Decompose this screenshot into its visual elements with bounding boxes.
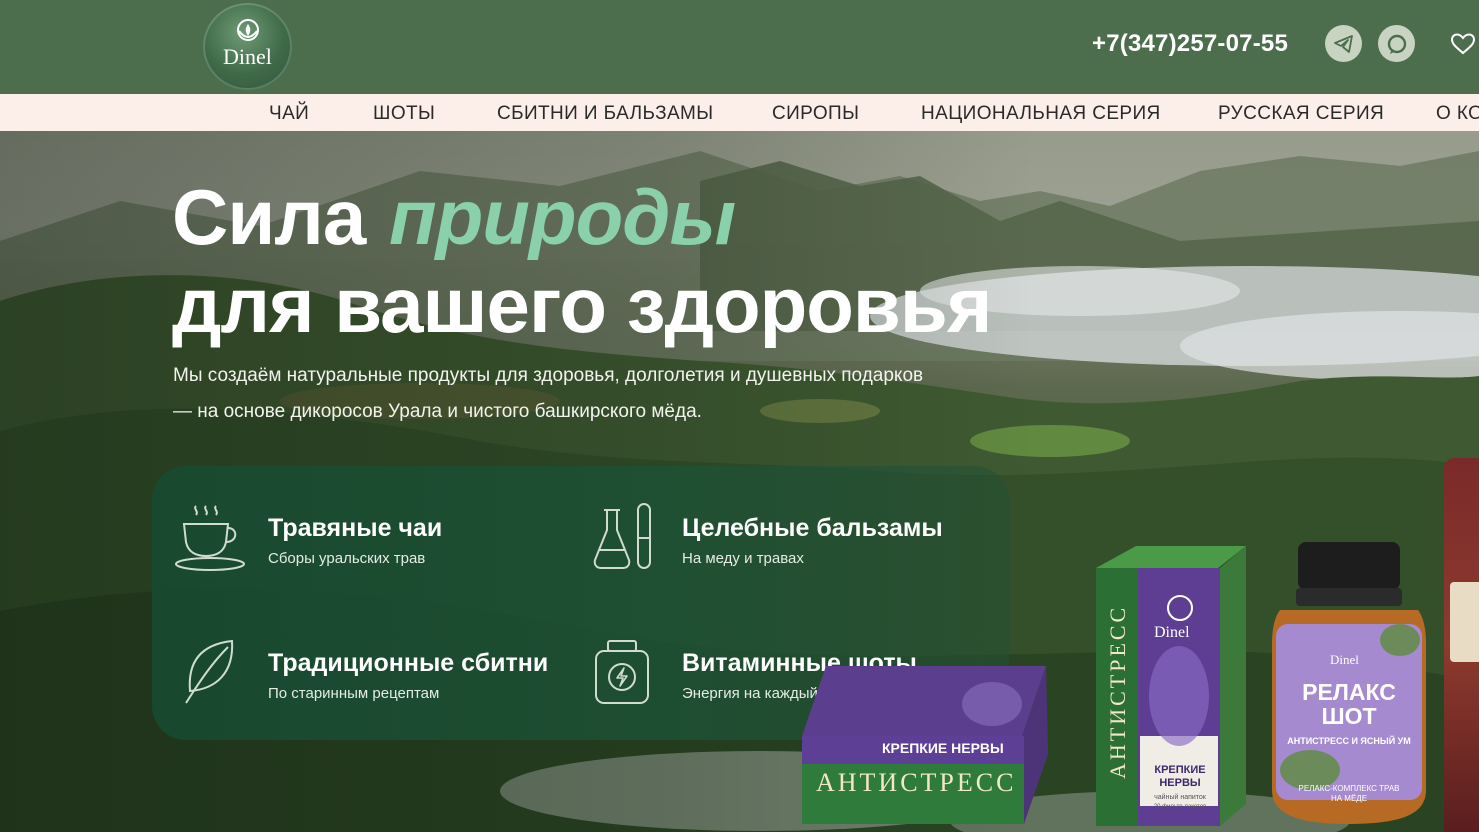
- product-box-title: АНТИСТРЕСС: [816, 768, 1017, 797]
- product-box-antistress-tall[interactable]: АНТИСТРЕСС Dinel КРЕПКИЕ НЕРВЫ чайный на…: [1096, 546, 1246, 826]
- category-subtitle: На меду и травах: [682, 550, 804, 567]
- product-box-antistress-flat[interactable]: КРЕПКИЕ НЕРВЫ АНТИСТРЕСС: [802, 664, 1050, 824]
- product-box-subtitle: КРЕПКИЕ НЕРВЫ: [882, 740, 1004, 756]
- nav-item-russian-series[interactable]: РУССКАЯ СЕРИЯ: [1218, 103, 1384, 125]
- hero-title-line2: для вашего здоровья: [172, 261, 992, 349]
- category-subtitle: Сборы уральских трав: [268, 550, 426, 567]
- product-edge-partial[interactable]: [1444, 458, 1479, 832]
- hero-title-accent: природы: [389, 173, 736, 261]
- phone-link[interactable]: +7(347)257-07-55: [1092, 30, 1288, 58]
- category-title: Традиционные сбитни: [268, 649, 549, 677]
- nav-item-tea[interactable]: ЧАЙ: [269, 103, 309, 125]
- flask-icon: [593, 503, 651, 569]
- logo-emblem-icon: [236, 19, 259, 41]
- product-jar-bottom-label: РЕЛАКС-КОМПЛЕКС ТРАВ НА МЁДЕ: [1298, 784, 1400, 803]
- logo[interactable]: Dinel: [203, 3, 292, 90]
- chat-icon: [1387, 34, 1406, 54]
- hero-lead: Мы создаём натуральные продукты для здор…: [173, 365, 924, 422]
- category-herbal-tea[interactable]: Травяные чаи Сборы уральских трав: [152, 466, 572, 603]
- product-box-brand: Dinel: [1154, 624, 1190, 641]
- category-title: Травяные чаи: [268, 514, 443, 542]
- logo-text: Dinel: [223, 44, 272, 69]
- nav-item-syrups[interactable]: СИРОПЫ: [772, 103, 859, 125]
- favorites-heart-icon[interactable]: [1450, 31, 1476, 57]
- product-edge-label: [1450, 582, 1479, 662]
- telegram-icon: [1333, 34, 1353, 53]
- category-balms[interactable]: Целебные бальзамы На меду и травах: [572, 466, 1009, 603]
- product-jar-relax-shot[interactable]: Dinel РЕЛАКС ШОТ АНТИСТРЕСС И ЯСНЫЙ УМ Р…: [1270, 540, 1428, 826]
- nav-item-about[interactable]: О КО: [1436, 103, 1479, 125]
- product-box-title: АНТИСТРЕСС: [1105, 604, 1130, 779]
- nav-item-national-series[interactable]: НАЦИОНАЛЬНАЯ СЕРИЯ: [921, 103, 1161, 125]
- category-sbitni[interactable]: Традиционные сбитни По старинным рецепта…: [152, 603, 572, 740]
- product-box-count: 20 фильтр-пакетов: [1153, 804, 1207, 810]
- leaf-icon: [185, 639, 234, 704]
- nav-item-sbitni[interactable]: СБИТНИ И БАЛЬЗАМЫ: [497, 103, 714, 125]
- page: Dinel +7(347)257-07-55 ЧАЙ ШОТЫ СБИТНИ И…: [0, 0, 1479, 832]
- header: Dinel +7(347)257-07-55: [0, 0, 1479, 94]
- nav-item-shots[interactable]: ШОТЫ: [373, 103, 435, 125]
- product-box-subtitle: КРЕПКИЕ НЕРВЫ: [1154, 764, 1206, 789]
- telegram-button[interactable]: [1325, 25, 1362, 62]
- chat-button[interactable]: [1378, 25, 1415, 62]
- hero-title-part1: Сила: [172, 173, 366, 261]
- tea-cup-icon: [175, 505, 245, 571]
- energy-jar-icon: [595, 640, 649, 704]
- category-title: Целебные бальзамы: [682, 514, 943, 542]
- product-jar-subtitle: АНТИСТРЕСС И ЯСНЫЙ УМ: [1287, 736, 1411, 746]
- category-subtitle: По старинным рецептам: [268, 685, 440, 702]
- product-box-kind: чайный напиток: [1154, 794, 1206, 801]
- product-jar-title: РЕЛАКС ШОТ: [1302, 679, 1396, 729]
- main-nav: ЧАЙ ШОТЫ СБИТНИ И БАЛЬЗАМЫ СИРОПЫ НАЦИОН…: [0, 94, 1479, 131]
- product-jar-brand: Dinel: [1330, 652, 1359, 667]
